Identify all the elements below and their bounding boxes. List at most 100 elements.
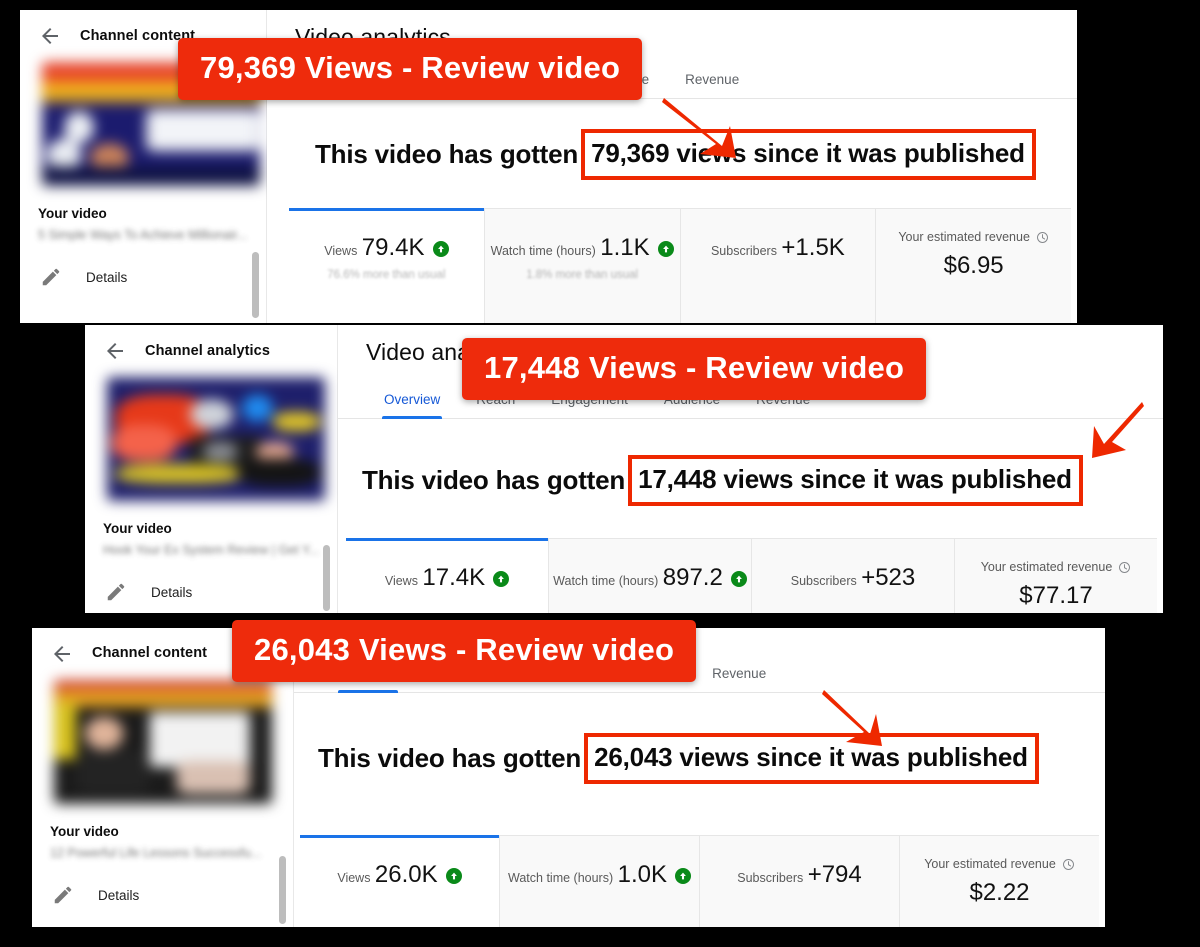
your-video-label: Your video [103, 521, 172, 536]
sidebar-item-details[interactable]: Details [32, 860, 293, 906]
metric-label: Views [384, 574, 418, 588]
details-label: Details [98, 887, 140, 903]
metrics-strip: Views 17.4K Watch time (hours) 897.2 Sub… [346, 538, 1157, 613]
metric-label: Your estimated revenue [898, 230, 1030, 244]
metric-estimated-revenue[interactable]: Your estimated revenue $77.17 [955, 539, 1157, 613]
metric-value-wrap: +794 [808, 861, 862, 889]
metric-label: Views [337, 871, 371, 885]
metric-value-wrap: 897.2 [663, 564, 747, 592]
video-title: 5 Simple Ways To Achieve Millionair... [38, 228, 248, 242]
metric-label: Watch time (hours) [508, 871, 614, 885]
sidebar-scrollbar[interactable] [323, 545, 330, 611]
back-arrow-icon[interactable] [50, 642, 74, 666]
arrow-up-badge-icon [432, 241, 449, 257]
arrow-up-badge-icon [674, 868, 691, 884]
metric-value: 1.1K [600, 234, 650, 261]
metric-value: 1.0K [617, 861, 667, 888]
metric-subtext: 1.8% more than usual [526, 269, 639, 281]
metric-label-wrap: Your estimated revenue [924, 857, 1075, 871]
metric-label: Watch time (hours) [490, 244, 596, 258]
headline-prefix: This video has gotten [318, 743, 582, 773]
headline-highlight: 17,448 views since it was published [628, 455, 1083, 506]
metric-views[interactable]: Views 17.4K [346, 538, 549, 613]
pencil-icon [52, 884, 74, 906]
metric-subscribers[interactable]: Subscribers +1.5K [681, 209, 877, 323]
metric-value: $6.95 [943, 252, 1004, 279]
video-thumbnail-wrap[interactable] [85, 373, 337, 503]
metric-value: +1.5K [781, 234, 845, 261]
metric-value: 79.4K [361, 234, 425, 261]
sidebar-panel-2: Channel analytics Your video Hook Your E… [85, 325, 338, 613]
video-thumbnail[interactable] [106, 377, 326, 501]
annotation-arrow-3-icon [820, 688, 884, 750]
annotation-banner-3: 26,043 Views - Review video [232, 620, 697, 682]
metric-watch-time[interactable]: Watch time (hours) 1.1K 1.8% more than u… [485, 209, 681, 323]
back-arrow-icon[interactable] [38, 24, 62, 48]
details-label: Details [86, 269, 128, 285]
sidebar-item-details[interactable]: Details [20, 242, 266, 288]
headline-prefix: This video has gotten [362, 465, 626, 495]
sidebar-item-details[interactable]: Details [85, 557, 337, 603]
pencil-icon [105, 581, 127, 603]
pencil-icon [40, 266, 62, 288]
metric-estimated-revenue[interactable]: Your estimated revenue $6.95 [876, 209, 1071, 323]
metrics-strip: Views 26.0K Watch time (hours) 1.0K Subs… [300, 835, 1099, 927]
metric-value: 897.2 [662, 564, 723, 591]
arrow-up-badge-icon [657, 241, 674, 257]
video-title: 12 Powerful Life Lessons Successfu... [50, 846, 262, 860]
metric-value: +794 [807, 861, 862, 888]
tab-revenue[interactable]: Revenue [694, 654, 784, 692]
metric-value-wrap: +1.5K [781, 234, 844, 262]
metric-value: $2.22 [969, 879, 1030, 906]
clock-icon [1036, 231, 1049, 244]
your-video-label: Your video [50, 824, 119, 839]
metric-value-wrap: 17.4K [422, 564, 510, 592]
headline-prefix: This video has gotten [315, 139, 579, 169]
metric-label: Subscribers [737, 871, 804, 885]
clock-icon [1118, 561, 1131, 574]
metric-views[interactable]: Views 26.0K [300, 835, 500, 927]
details-label: Details [151, 584, 193, 600]
arrow-up-badge-icon [445, 868, 462, 884]
metric-views[interactable]: Views 79.4K 76.6% more than usual [289, 208, 485, 323]
metric-value-wrap: +523 [861, 564, 915, 592]
video-thumbnail[interactable] [53, 680, 273, 804]
video-title: Hook Your Ex System Review | Get Y... [103, 543, 320, 557]
metric-value-wrap: 1.0K [618, 861, 691, 889]
video-thumbnail-wrap[interactable] [32, 676, 293, 806]
metric-label-wrap: Your estimated revenue [981, 560, 1132, 574]
sidebar-header: Channel analytics [85, 325, 337, 373]
sidebar-scrollbar[interactable] [279, 856, 286, 924]
metric-value: 26.0K [374, 861, 438, 888]
metric-label: Subscribers [710, 244, 777, 258]
back-arrow-icon[interactable] [103, 339, 127, 363]
metric-subscribers[interactable]: Subscribers +794 [700, 836, 900, 927]
tab-overview[interactable]: Overview [366, 380, 458, 419]
metric-watch-time[interactable]: Watch time (hours) 897.2 [549, 539, 752, 613]
metric-label: Watch time (hours) [553, 574, 659, 588]
sidebar-title: Channel content [92, 645, 208, 661]
sidebar-title: Channel analytics [145, 343, 270, 359]
metric-value: $77.17 [1019, 582, 1093, 609]
screenshot-stage: Channel content Your video 5 Simple Ways… [0, 0, 1200, 947]
metric-value-wrap: 1.1K [600, 234, 674, 262]
arrow-up-badge-icon [730, 571, 747, 587]
metric-subtext: 76.6% more than usual [327, 269, 446, 281]
arrow-up-badge-icon [493, 571, 510, 587]
metric-label: Subscribers [790, 574, 857, 588]
metric-watch-time[interactable]: Watch time (hours) 1.0K [500, 836, 700, 927]
metric-value-wrap: $2.22 [969, 879, 1029, 907]
annotation-banner-2: 17,448 Views - Review video [462, 338, 927, 400]
metric-value-wrap: 26.0K [375, 861, 462, 889]
sidebar-scrollbar[interactable] [252, 252, 259, 318]
tab-revenue[interactable]: Revenue [667, 60, 757, 98]
metric-estimated-revenue[interactable]: Your estimated revenue $2.22 [900, 836, 1099, 927]
views-headline: This video has gotten 26,043 views since… [294, 733, 1105, 784]
your-video-label: Your video [38, 206, 107, 221]
metric-label-wrap: Your estimated revenue [898, 230, 1049, 244]
metric-value: 17.4K [422, 564, 486, 591]
metric-value-wrap: $77.17 [1019, 582, 1092, 610]
annotation-arrow-2-icon [1090, 400, 1146, 460]
metrics-strip: Views 79.4K 76.6% more than usual Watch … [289, 208, 1071, 323]
metric-subscribers[interactable]: Subscribers +523 [752, 539, 955, 613]
